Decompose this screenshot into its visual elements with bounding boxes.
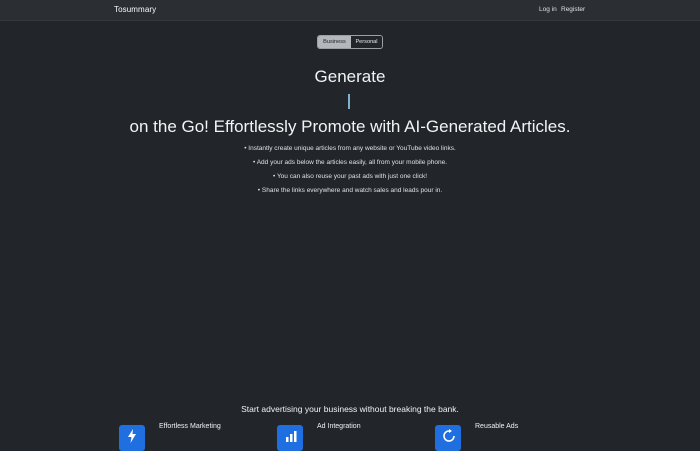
list-item: Add your ads below the articles easily, … — [0, 159, 700, 166]
feature-title: Reusable Ads — [475, 423, 519, 430]
list-item: Share the links everywhere and watch sal… — [0, 187, 700, 194]
brand-logo[interactable]: Tosummary — [114, 5, 156, 14]
refresh-icon — [435, 425, 461, 451]
feature-title: Effortless Marketing — [159, 423, 221, 430]
feature-description — [159, 433, 269, 439]
audience-toggle: Business Personal — [317, 35, 383, 49]
bolt-icon — [119, 425, 145, 451]
top-navbar: Tosummary Log in Register — [0, 0, 700, 21]
toggle-business[interactable]: Business — [318, 36, 351, 48]
register-link[interactable]: Register — [561, 6, 585, 13]
feature-description — [317, 433, 427, 439]
feature-title: Ad Integration — [317, 423, 361, 430]
list-item: Instantly create unique articles from an… — [0, 145, 700, 152]
typing-cursor — [348, 94, 350, 109]
feature-description — [475, 433, 585, 439]
toggle-personal[interactable]: Personal — [351, 36, 382, 48]
tagline: Start advertising your business without … — [241, 404, 459, 414]
chart-icon — [277, 425, 303, 451]
hero-heading-line2: on the Go! Effortlessly Promote with AI-… — [129, 117, 571, 136]
list-item: You can also reuse your past ads with ju… — [0, 173, 700, 180]
hero-heading-line1: Generate — [314, 67, 386, 86]
login-link[interactable]: Log in — [539, 6, 557, 13]
